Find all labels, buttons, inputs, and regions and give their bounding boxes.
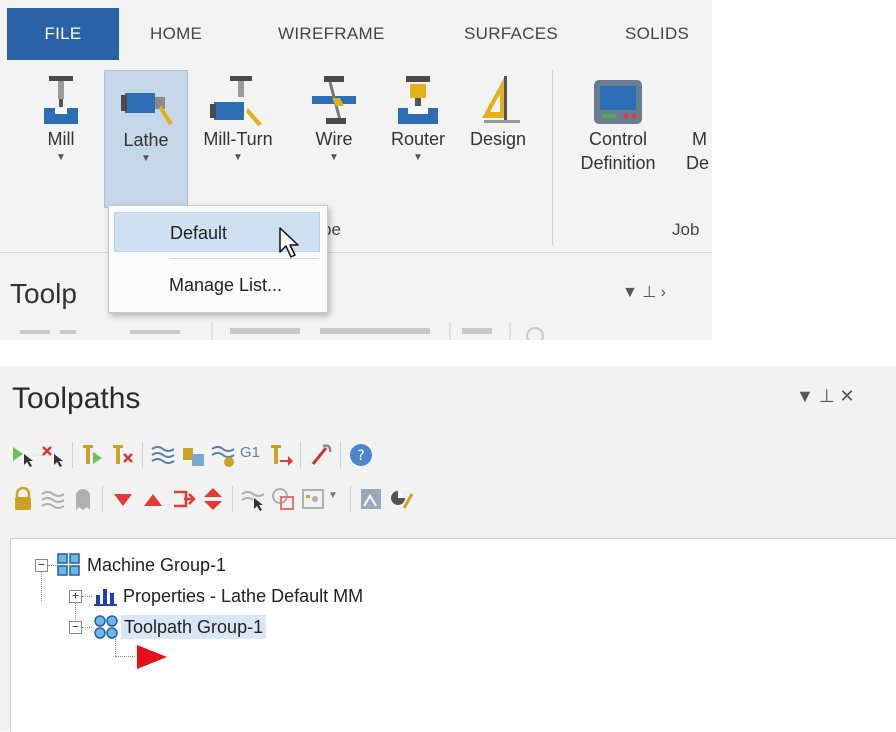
wire-icon [312, 76, 356, 124]
lathe-icon [121, 93, 173, 125]
tab-surfaces[interactable]: SURFACES [464, 8, 558, 60]
help-icon[interactable]: ? [348, 442, 374, 468]
control-definition-icon [594, 80, 642, 124]
machine-group-icon [57, 553, 80, 576]
router-label: Router [390, 129, 446, 149]
lathe-label: Lathe [123, 130, 169, 150]
operations-tree: − Machine Group-1 + Properties - Lathe D… [10, 538, 896, 732]
control-definition-label-2: Definition [580, 153, 656, 173]
machine-definition-button[interactable]: M De [684, 74, 712, 174]
svg-text:?: ? [357, 448, 364, 464]
toolpaths-panel: Toolpaths ▼ ⊥ ✕ G1 ? ▼ − Machine Group-1… [0, 366, 896, 732]
ribbon-panel: Mill ▼ Lathe ▼ Mill-Turn ▼ Wire ▼ Router… [0, 60, 712, 253]
toggle-posting-icon[interactable] [70, 486, 96, 512]
ribbon-tab-bar: FILE HOME WIREFRAME SURFACES SOLIDS [0, 8, 712, 60]
toolbar-row-2: ▼ [10, 482, 670, 516]
backplot-icon[interactable] [150, 442, 176, 468]
insert-arrow-icon[interactable] [135, 643, 169, 671]
select-all-operations-icon[interactable] [10, 442, 36, 468]
mill-label: Mill [47, 129, 75, 149]
tree-connector [82, 627, 92, 628]
lathe-button[interactable]: Lathe ▼ [104, 70, 188, 208]
select-highlighted-icon[interactable] [240, 486, 266, 512]
tree-connector [75, 602, 76, 620]
tree-item-properties[interactable]: Properties - Lathe Default MM [123, 584, 363, 608]
properties-bar-chart-icon [94, 589, 117, 606]
toolpaths-title-partial: Toolp [10, 278, 77, 309]
mill-turn-label: Mill-Turn [203, 129, 273, 149]
panel-window-controls[interactable]: ▼ ⊥ ✕ [796, 386, 855, 407]
toolbar-separator [102, 486, 103, 512]
tree-item-machine-group[interactable]: Machine Group-1 [87, 553, 226, 577]
wire-label: Wire [315, 129, 353, 149]
move-insert-arrow-icon[interactable] [268, 442, 294, 468]
mill-icon [44, 76, 78, 124]
select-invalid-operations-icon[interactable] [40, 442, 66, 468]
mill-turn-button[interactable]: Mill-Turn ▼ [192, 74, 284, 164]
control-definition-button[interactable]: Control Definition [568, 74, 668, 174]
post-selected-g1-button[interactable]: G1 [240, 444, 266, 470]
machine-definition-label-2: De [686, 153, 710, 173]
chevron-down-icon: ▼ [329, 152, 339, 163]
toolbar-row-1: G1 ? [10, 438, 610, 472]
regenerate-dirty-icon[interactable] [110, 442, 136, 468]
tree-item-toolpath-group[interactable]: Toolpath Group-1 [121, 615, 267, 639]
sort-options-icon[interactable] [388, 486, 414, 512]
mill-button[interactable]: Mill ▼ [36, 74, 86, 164]
design-icon [482, 76, 520, 123]
toolbar-separator [340, 442, 341, 468]
tab-solids[interactable]: SOLIDS [625, 8, 689, 60]
chevron-down-icon: ▼ [56, 152, 66, 163]
mill-turn-icon [210, 76, 262, 126]
regenerate-selected-icon[interactable] [80, 442, 106, 468]
tree-connector [41, 571, 42, 601]
display-options-icon[interactable] [300, 486, 326, 512]
tab-file[interactable]: FILE [7, 8, 119, 60]
chevron-down-icon: ▼ [233, 152, 243, 163]
machine-definition-label-1: M [692, 129, 707, 149]
wire-button[interactable]: Wire ▼ [303, 74, 365, 164]
move-up-icon[interactable] [140, 486, 166, 512]
auto-settings-icon[interactable] [358, 486, 384, 512]
scroll-to-insert-icon[interactable] [200, 486, 226, 512]
menu-item-manage-list[interactable]: Manage List... [114, 265, 320, 305]
toolbar-separator [300, 442, 301, 468]
tab-home[interactable]: HOME [150, 8, 202, 60]
design-label: Design [469, 129, 527, 149]
ribbon-group-label-job: Job [672, 220, 700, 239]
collapse-toggle[interactable]: − [69, 621, 82, 634]
tree-connector [115, 656, 135, 657]
panel-title: Toolpaths [12, 382, 141, 415]
ribbon-screenshot: FILE HOME WIREFRAME SURFACES SOLIDS Mill… [0, 0, 712, 340]
move-down-icon[interactable] [110, 486, 136, 512]
panel-controls-partial[interactable]: ▼ ⊥ › [622, 282, 666, 302]
highlight-geometry-icon[interactable] [270, 486, 296, 512]
simulate-icon[interactable] [210, 442, 236, 468]
tree-connector [115, 635, 116, 656]
tab-wireframe[interactable]: WIREFRAME [278, 8, 385, 60]
lock-icon[interactable] [10, 486, 36, 512]
ribbon-separator [552, 70, 553, 245]
tree-connector [82, 596, 92, 597]
design-button[interactable]: Design [460, 74, 536, 152]
toggle-display-icon[interactable] [40, 486, 66, 512]
chevron-down-icon: ▼ [141, 153, 151, 164]
lathe-dropdown-menu: Default Manage List... [108, 205, 328, 313]
toolpath-editor-icon[interactable] [308, 442, 334, 468]
toolbar-separator [72, 442, 73, 468]
router-icon [398, 76, 438, 124]
control-definition-label-1: Control [588, 129, 648, 149]
toolbar-strip-partial [20, 322, 544, 340]
toolbar-separator [232, 486, 233, 512]
machine-definition-icon [689, 74, 712, 126]
mouse-cursor-icon [279, 227, 299, 258]
insert-after-icon[interactable] [170, 486, 196, 512]
router-button[interactable]: Router ▼ [380, 74, 456, 164]
chevron-down-icon: ▼ [413, 152, 423, 163]
verify-icon[interactable] [180, 442, 206, 468]
toolbar-separator [350, 486, 351, 512]
toolbar-separator [142, 442, 143, 468]
